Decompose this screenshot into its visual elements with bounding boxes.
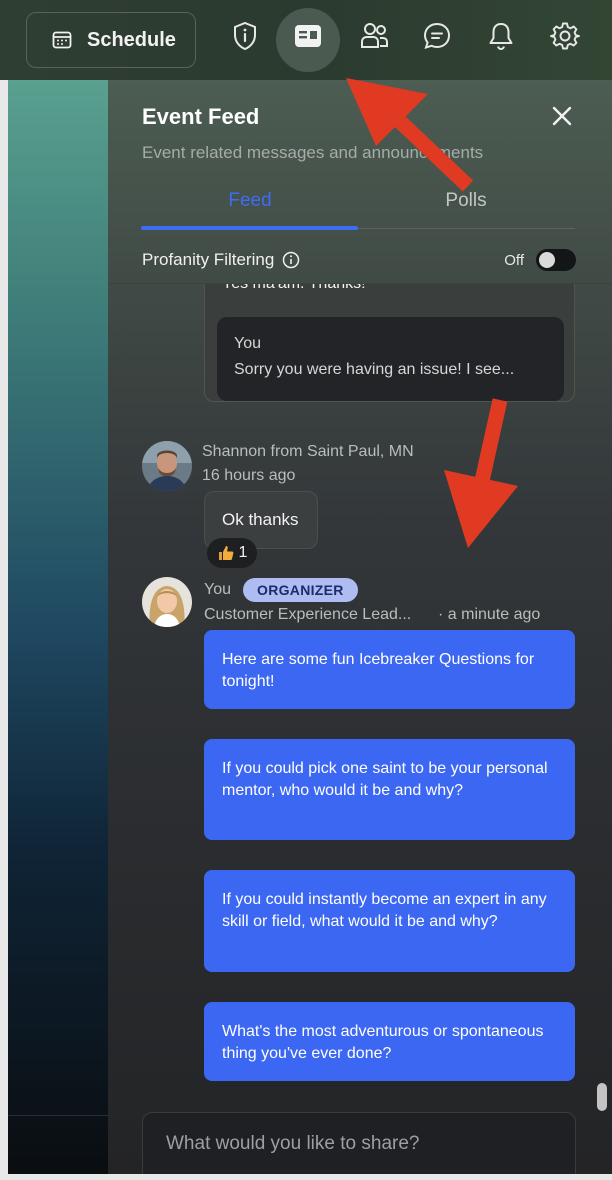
bell-icon — [489, 23, 513, 51]
tab-feed[interactable]: Feed — [142, 190, 358, 212]
profanity-filter-label: Profanity Filtering — [142, 250, 275, 269]
message-bubble: If you could instantly become an expert … — [204, 870, 575, 972]
reply-preview[interactable]: You Sorry you were having an issue! I se… — [217, 317, 564, 401]
shield-info-icon — [234, 21, 256, 51]
avatar[interactable] — [142, 441, 192, 491]
notifications-button[interactable] — [485, 20, 517, 52]
avatar[interactable] — [142, 577, 192, 627]
panel-title: Event Feed — [142, 104, 260, 129]
profanity-filter-toggle[interactable] — [536, 249, 576, 271]
schedule-label: Schedule — [87, 28, 176, 51]
message-text: Yes ma'am. Thanks! — [222, 284, 366, 293]
reaction-count: 1 — [238, 544, 248, 561]
user-avatar-image — [142, 577, 192, 627]
message-time: · a minute ago — [438, 606, 541, 623]
chat-button[interactable] — [421, 20, 453, 52]
bottom-edge — [0, 1174, 612, 1180]
toggle-knob — [539, 252, 555, 268]
stage-divider — [8, 1115, 108, 1116]
event-feed-icon — [295, 25, 321, 47]
top-toolbar: Schedule — [0, 0, 612, 80]
scrollbar-thumb[interactable] — [597, 1083, 607, 1111]
message-author: Shannon from Saint Paul, MN — [202, 443, 414, 460]
event-feed-button[interactable] — [292, 20, 324, 52]
thumbs-up-icon — [218, 546, 233, 560]
chat-icon — [423, 22, 451, 50]
profanity-filter-state: Off — [504, 251, 524, 269]
feed-list[interactable]: Yes ma'am. Thanks! You Sorry you were ha… — [108, 284, 612, 1174]
info-icon[interactable] — [282, 251, 300, 269]
event-feed-panel: Event Feed Event related messages and an… — [108, 80, 612, 1180]
message-author: You — [204, 581, 231, 598]
message-bubble: Here are some fun Icebreaker Questions f… — [204, 630, 575, 709]
message-author-role: Customer Experience Lead... — [204, 606, 412, 623]
left-edge — [0, 80, 8, 1180]
tab-polls[interactable]: Polls — [358, 190, 574, 212]
message-composer[interactable]: What would you like to share? — [142, 1112, 576, 1180]
gear-icon — [550, 22, 580, 50]
profanity-filter-row: Profanity Filtering Off — [142, 245, 576, 275]
schedule-button[interactable]: Schedule — [26, 12, 196, 68]
people-icon — [361, 23, 388, 48]
reply-text: Sorry you were having an issue! I see... — [234, 361, 515, 378]
people-button[interactable] — [358, 20, 390, 52]
settings-button[interactable] — [549, 20, 581, 52]
close-icon — [552, 106, 572, 126]
tab-divider — [358, 228, 575, 229]
organizer-badge: ORGANIZER — [243, 578, 358, 602]
calendar-icon — [52, 31, 72, 49]
stage-background — [8, 80, 108, 1180]
message-bubble: If you could pick one saint to be your p… — [204, 739, 575, 840]
reaction-chip[interactable]: 1 — [207, 538, 257, 568]
message-card: Yes ma'am. Thanks! You Sorry you were ha… — [204, 284, 575, 402]
message-time: 16 hours ago — [202, 467, 296, 484]
info-button[interactable] — [229, 20, 261, 52]
panel-subtitle: Event related messages and announcements — [142, 143, 484, 162]
active-tab-indicator — [141, 226, 358, 230]
composer-placeholder: What would you like to share? — [166, 1133, 420, 1154]
close-button[interactable] — [548, 102, 576, 130]
user-avatar-image — [142, 441, 192, 491]
message-bubble: What's the most adventurous or spontaneo… — [204, 1002, 575, 1081]
reply-author: You — [234, 335, 261, 352]
